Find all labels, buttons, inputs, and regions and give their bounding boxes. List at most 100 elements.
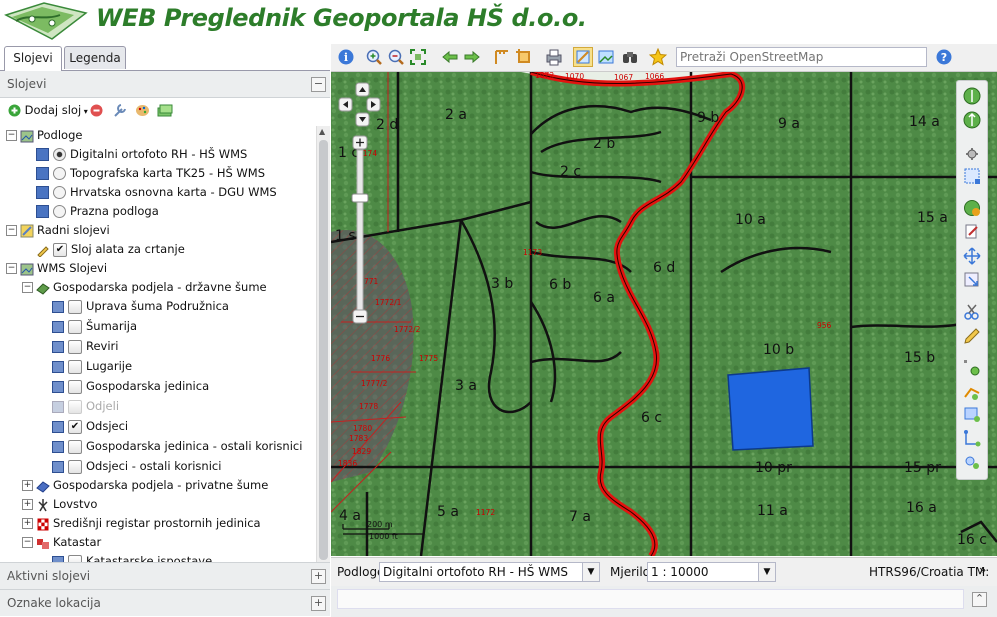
layers-icon[interactable]	[157, 104, 173, 117]
layer-icon	[52, 300, 64, 313]
add-layer-button[interactable]: Dodaj sloj ▾	[8, 103, 88, 117]
select-box-icon[interactable]	[963, 167, 981, 185]
add-circle-icon[interactable]	[963, 453, 981, 471]
active-layers-section[interactable]: Aktivni slojevi +	[0, 562, 330, 589]
tree-group-wms[interactable]: − WMS Slojevi	[6, 259, 107, 278]
tree-item-odjeli[interactable]: Odjeli	[52, 397, 119, 416]
tree-group-radni[interactable]: − Radni slojevi	[6, 221, 110, 240]
tree-item-gj[interactable]: Gospodarska jedinica	[52, 377, 209, 396]
resize-icon[interactable]	[963, 271, 981, 289]
wrench-icon[interactable]	[112, 103, 127, 118]
expand-up-icon[interactable]: ⌃	[972, 592, 987, 607]
tree-group-podloge[interactable]: − Podloge	[6, 126, 82, 145]
zoom-extent-icon[interactable]	[409, 48, 427, 66]
scissors-icon[interactable]	[963, 303, 981, 321]
checkbox[interactable]	[68, 399, 82, 414]
add-line-icon[interactable]	[963, 383, 981, 401]
checkbox[interactable]	[68, 299, 82, 314]
scale-select[interactable]: 1 : 10000 ▼	[647, 562, 776, 582]
tree-group-lovstvo[interactable]: + Lovstvo	[22, 495, 97, 514]
svg-text:1778: 1778	[359, 402, 378, 411]
tree-item-gj-ostali[interactable]: Gospodarska jedinica - ostali korisnici	[52, 437, 302, 456]
expand-right-icon[interactable]: »	[979, 563, 986, 577]
collapse-button[interactable]: −	[311, 77, 326, 92]
layer-toggle-icon[interactable]	[573, 47, 593, 67]
add-path-icon[interactable]	[963, 429, 981, 447]
star-icon[interactable]	[649, 48, 667, 66]
add-globe-icon[interactable]	[963, 199, 981, 217]
tree-group-katastar[interactable]: − Katastar	[22, 533, 101, 552]
tree-item-odsjeci-ostali[interactable]: Odsjeci - ostali korisnici	[52, 457, 221, 476]
checkbox[interactable]	[68, 359, 82, 374]
map-canvas[interactable]: 2 a 2 d 1 c 2 b 2 c 9 b 9 a 14 a 1 s 10 …	[331, 72, 997, 556]
tree-group-privatne[interactable]: + Gospodarska podjela - privatne šume	[22, 476, 268, 495]
add-polygon-icon[interactable]	[963, 405, 981, 423]
tree-label: Lugarije	[86, 359, 133, 373]
svg-text:10 a: 10 a	[735, 212, 766, 228]
basemap-label: Podloge	[337, 565, 385, 579]
move-icon[interactable]	[963, 247, 981, 265]
checkbox[interactable]: ✔	[68, 419, 82, 434]
add-point-icon[interactable]	[963, 359, 981, 377]
svg-text:3 a: 3 a	[455, 378, 477, 394]
help-icon[interactable]: ?	[935, 48, 953, 66]
svg-text:1775: 1775	[419, 354, 438, 363]
tree-item-odsjeci[interactable]: ✔ Odsjeci	[52, 417, 128, 436]
hunting-icon	[38, 498, 48, 511]
zoom-in-icon[interactable]	[365, 48, 383, 66]
basemap-select[interactable]: Digitalni ortofoto RH - HŠ WMS ▼	[379, 562, 600, 582]
palette-icon[interactable]	[135, 103, 150, 118]
image-icon[interactable]	[597, 48, 615, 66]
left-panel: Slojevi Legenda Slojevi − Dodaj sloj ▾ −…	[0, 42, 330, 617]
osm-search-input[interactable]	[676, 47, 927, 67]
checkbox[interactable]	[68, 339, 82, 354]
remove-layer-icon[interactable]	[90, 104, 103, 117]
radio-button[interactable]	[53, 205, 66, 218]
checkbox[interactable]	[68, 379, 82, 394]
tree-scrollbar[interactable]: ▲ ▼	[316, 126, 330, 604]
checkbox[interactable]	[68, 439, 82, 454]
scroll-thumb[interactable]	[319, 140, 328, 560]
tree-item-prazna[interactable]: Prazna podloga	[36, 202, 159, 221]
expand-button[interactable]: +	[311, 596, 326, 611]
tab-legenda[interactable]: Legenda	[64, 46, 126, 69]
back-arrow-icon[interactable]	[441, 48, 459, 66]
print-icon[interactable]	[545, 48, 563, 66]
measure-area-icon[interactable]	[515, 48, 533, 66]
edit-feature-icon[interactable]	[963, 223, 981, 241]
tree-item-uprava[interactable]: Uprava šuma Podružnica	[52, 297, 229, 316]
tab-slojevi[interactable]: Slojevi	[4, 46, 62, 71]
tree-group-drzavne[interactable]: − Gospodarska podjela - državne šume	[22, 278, 267, 297]
panel-tabs: Slojevi Legenda	[0, 42, 330, 71]
globe-arrow-icon[interactable]	[963, 111, 981, 129]
tree-item-tk25[interactable]: Topografska karta TK25 - HŠ WMS	[36, 164, 265, 183]
measure-length-icon[interactable]	[493, 48, 511, 66]
scroll-up-icon[interactable]: ▲	[319, 127, 325, 136]
tree-item-reviri[interactable]: Reviri	[52, 337, 118, 356]
globe-icon[interactable]	[963, 87, 981, 105]
tree-item-ortofoto[interactable]: Digitalni ortofoto RH - HŠ WMS	[36, 145, 247, 164]
binoculars-icon[interactable]	[621, 48, 639, 66]
pencil-icon[interactable]	[963, 327, 981, 345]
forward-arrow-icon[interactable]	[463, 48, 481, 66]
expand-button[interactable]: +	[311, 569, 326, 584]
zoom-out-icon[interactable]	[387, 48, 405, 66]
transform-icon[interactable]	[963, 145, 981, 163]
tree-item-hok[interactable]: Hrvatska osnovna karta - DGU WMS	[36, 183, 277, 202]
svg-text:2 c: 2 c	[560, 164, 581, 180]
scale-imperial: 1000 ft	[369, 532, 398, 541]
tree-item-sumarija[interactable]: Šumarija	[52, 317, 137, 336]
radio-button[interactable]	[53, 148, 66, 161]
checkbox[interactable]	[68, 319, 82, 334]
radio-button[interactable]	[53, 186, 66, 199]
radio-button[interactable]	[53, 167, 66, 180]
checkbox[interactable]: ✔	[53, 242, 67, 257]
tree-group-registar[interactable]: + Središnji registar prostornih jedinica	[22, 514, 261, 533]
layer-icon	[52, 420, 64, 433]
tree-item-lugarije[interactable]: Lugarije	[52, 357, 132, 376]
layer-icon	[52, 440, 64, 453]
checkbox[interactable]	[68, 459, 82, 474]
tree-item-crtanje[interactable]: ✔ Sloj alata za crtanje	[36, 240, 185, 259]
location-markers-section[interactable]: Oznake lokacija +	[0, 589, 330, 616]
info-icon[interactable]: i	[337, 48, 355, 66]
